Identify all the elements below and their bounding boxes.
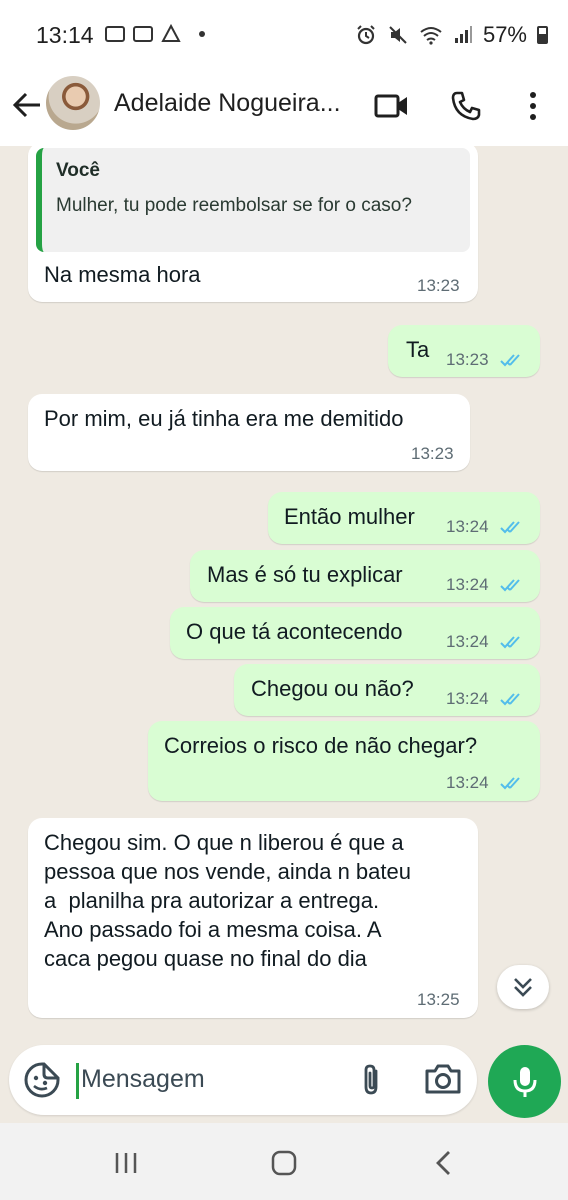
message-bubble-incoming[interactable]: Você Mulher, tu pode reembolsar se for o… [28, 146, 478, 302]
message-time: 13:24 [446, 517, 489, 536]
message-time: 13:24 [446, 689, 489, 708]
back-nav-icon [436, 1151, 450, 1175]
system-icons: 57% [355, 22, 548, 48]
video-call-button[interactable] [372, 86, 412, 126]
read-receipt-icon [500, 521, 520, 534]
voice-call-button[interactable] [446, 86, 486, 126]
message-time: 13:24 [446, 575, 489, 594]
message-bubble-outgoing[interactable]: Ta 13:23 [388, 325, 540, 377]
back-button[interactable] [10, 88, 44, 122]
message-text: Correios o risco de não chegar? [164, 733, 478, 758]
read-receipt-icon [500, 777, 520, 790]
message-text: Ta [406, 337, 430, 362]
mic-icon [513, 1066, 536, 1097]
signal-icon [454, 26, 472, 43]
quoted-text: Mulher, tu pode reembolsar se for o caso… [56, 195, 412, 216]
message-time: 13:25 [417, 990, 460, 1009]
status-bar: 13:14 57% [0, 0, 568, 70]
battery-percent: 57% [482, 22, 527, 47]
read-receipt-icon [500, 579, 520, 592]
notification-app-icon [105, 26, 125, 42]
attach-button[interactable] [353, 1061, 391, 1099]
contact-avatar[interactable] [46, 76, 100, 130]
read-receipt-icon [500, 693, 520, 706]
message-bubble-outgoing[interactable]: Chegou ou não? 13:24 [234, 664, 540, 716]
more-options-icon [530, 92, 536, 120]
back-nav-button[interactable] [424, 1145, 464, 1181]
chevrons-down-icon [514, 978, 532, 997]
message-input[interactable] [81, 1059, 351, 1099]
message-bubble-incoming[interactable]: Chegou sim. O que n liberou é que a pess… [28, 818, 478, 1018]
message-bubble-outgoing[interactable]: Mas é só tu explicar 13:24 [190, 550, 540, 602]
message-list[interactable]: Você Mulher, tu pode reembolsar se for o… [0, 146, 568, 1040]
sticker-icon [24, 1062, 60, 1098]
more-options-button[interactable] [513, 86, 553, 126]
scroll-to-bottom-button[interactable] [497, 965, 549, 1009]
message-bubble-outgoing[interactable]: O que tá acontecendo 13:24 [170, 607, 540, 659]
message-text: Então mulher [284, 504, 415, 529]
message-time: 13:24 [446, 632, 489, 651]
message-bubble-outgoing[interactable]: Correios o risco de não chegar? 13:24 [148, 721, 540, 801]
message-bubble-incoming[interactable]: Por mim, eu já tinha era me demitido 13:… [28, 394, 470, 471]
home-icon [271, 1150, 297, 1176]
system-navigation-bar [0, 1123, 568, 1200]
mute-icon [389, 26, 407, 44]
video-call-icon [374, 94, 407, 118]
camera-icon [425, 1064, 461, 1094]
read-receipt-icon [500, 354, 520, 367]
phone-icon [451, 91, 481, 121]
paperclip-icon [364, 1064, 378, 1095]
warning-icon [161, 24, 181, 42]
message-time: 13:23 [446, 350, 489, 369]
text-cursor [76, 1063, 79, 1099]
more-notifications-dot [199, 31, 205, 37]
message-time: 13:23 [411, 444, 454, 463]
message-text: Chegou ou não? [251, 676, 414, 701]
quoted-author: Você [56, 160, 101, 181]
contact-name[interactable]: Adelaide Nogueira... [114, 89, 341, 118]
quoted-message[interactable]: Você Mulher, tu pode reembolsar se for o… [36, 148, 470, 252]
message-text: Chegou sim. O que n liberou é que a pess… [44, 830, 411, 971]
alarm-icon [357, 25, 375, 45]
recent-apps-icon [115, 1153, 137, 1173]
chat-header: Adelaide Nogueira... [0, 70, 568, 146]
camera-button[interactable] [423, 1061, 465, 1099]
wifi-icon [420, 27, 442, 45]
status-time: 13:14 [36, 22, 94, 48]
battery-icon [537, 26, 548, 44]
notification-icons [105, 24, 205, 44]
message-text: Na mesma hora [44, 262, 201, 287]
recent-apps-button[interactable] [106, 1145, 146, 1181]
back-arrow-icon [12, 92, 40, 118]
sticker-button[interactable] [23, 1061, 61, 1099]
read-receipt-icon [500, 636, 520, 649]
message-composer [9, 1045, 477, 1115]
message-time: 13:24 [446, 773, 489, 792]
message-bubble-outgoing[interactable]: Então mulher 13:24 [268, 492, 540, 544]
notification-app-icon [133, 26, 153, 42]
message-time: 13:23 [417, 276, 460, 295]
home-button[interactable] [264, 1145, 304, 1181]
message-text: O que tá acontecendo [186, 619, 403, 644]
message-text: Por mim, eu já tinha era me demitido [44, 406, 404, 431]
voice-message-button[interactable] [488, 1045, 561, 1118]
message-text: Mas é só tu explicar [207, 562, 403, 587]
